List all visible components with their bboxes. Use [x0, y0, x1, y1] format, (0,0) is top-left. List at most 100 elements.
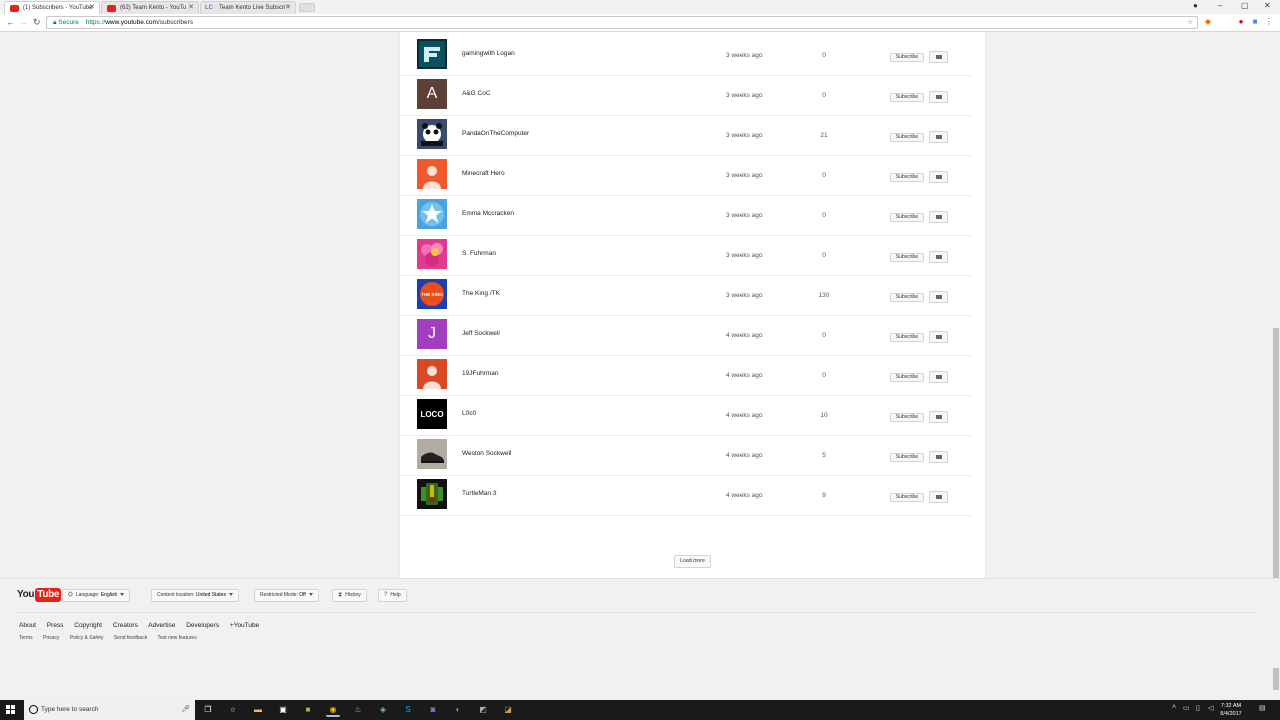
avatar[interactable] — [417, 479, 447, 509]
subscribe-button[interactable]: Subscribe — [890, 453, 924, 462]
avatar[interactable]: THE KING — [417, 279, 447, 309]
edge-icon[interactable]: e — [226, 703, 240, 717]
message-button[interactable] — [929, 131, 948, 143]
close-icon[interactable]: ✕ — [188, 2, 194, 14]
volume-icon[interactable]: ◁ — [1208, 704, 1213, 712]
message-button[interactable] — [929, 291, 948, 303]
chevron-up-icon[interactable]: ˄ — [1172, 704, 1176, 711]
subscribe-button[interactable]: Subscribe — [890, 173, 924, 182]
app-icon[interactable]: ◪ — [501, 703, 515, 717]
notification-icon[interactable]: ▤ — [1259, 704, 1266, 712]
footer-link-advertise[interactable]: Advertise — [148, 622, 175, 629]
subscribe-button[interactable]: Subscribe — [890, 213, 924, 222]
file-explorer-icon[interactable]: ▬ — [251, 703, 265, 717]
footer-link-developers[interactable]: Developers — [186, 622, 219, 629]
close-icon[interactable]: ✕ — [89, 2, 95, 14]
subscriber-name[interactable]: S. Fuhrman — [462, 250, 496, 257]
footer-link-plus-youtube[interactable]: +YouTube — [230, 622, 259, 629]
footer-link-privacy[interactable]: Privacy — [43, 635, 59, 641]
subscribe-button[interactable]: Subscribe — [890, 133, 924, 142]
footer-link-copyright[interactable]: Copyright — [74, 622, 102, 629]
menu-icon[interactable]: ⋮ — [1264, 17, 1274, 27]
subscribe-button[interactable]: Subscribe — [890, 333, 924, 342]
task-view-icon[interactable]: ❐ — [201, 703, 215, 717]
message-button[interactable] — [929, 491, 948, 503]
subscriber-name[interactable]: Jeff Sockwell — [462, 330, 500, 337]
close-icon[interactable]: ✕ — [285, 2, 291, 14]
avatar[interactable]: LOCO — [417, 399, 447, 429]
message-button[interactable] — [929, 371, 948, 383]
extension-icon[interactable]: ● — [1236, 17, 1246, 27]
avatar[interactable] — [417, 39, 447, 69]
footer-link-press[interactable]: Press — [47, 622, 64, 629]
system-clock[interactable]: 7:32 AM 8/4/2017 — [1216, 702, 1246, 718]
subscribe-button[interactable]: Subscribe — [890, 53, 924, 62]
browser-tab-team-kento[interactable]: (62) Team Kento - YouTu ✕ — [101, 1, 199, 14]
message-button[interactable] — [929, 91, 948, 103]
chrome-icon[interactable]: ◉ — [326, 703, 340, 717]
help-button[interactable]: ? Help — [378, 589, 407, 602]
message-button[interactable] — [929, 51, 948, 63]
discord-icon[interactable]: ◙ — [426, 703, 440, 717]
subscribe-button[interactable]: Subscribe — [890, 373, 924, 382]
battery-icon[interactable]: ▯ — [1196, 704, 1200, 712]
subscribe-button[interactable]: Subscribe — [890, 93, 924, 102]
back-icon[interactable]: ← — [6, 17, 15, 27]
footer-link-send-feedback[interactable]: Send feedback — [114, 635, 147, 641]
subscribe-button[interactable]: Subscribe — [890, 253, 924, 262]
footer-link-about[interactable]: About — [19, 622, 36, 629]
minecraft-icon[interactable]: ■ — [301, 703, 315, 717]
razer-icon[interactable]: ◐ — [451, 703, 465, 717]
subscribe-button[interactable]: Subscribe — [890, 293, 924, 302]
extension-icon[interactable]: ◆ — [1203, 17, 1213, 27]
bookmark-star-icon[interactable]: ☆ — [1187, 17, 1193, 29]
extension-icon[interactable]: ■ — [1250, 17, 1260, 27]
message-button[interactable] — [929, 211, 948, 223]
steam-icon[interactable]: ♨ — [351, 703, 365, 717]
subscribe-button[interactable]: Subscribe — [890, 413, 924, 422]
subscriber-name[interactable]: Weston Sockwell — [462, 450, 511, 457]
message-button[interactable] — [929, 171, 948, 183]
avatar[interactable] — [417, 119, 447, 149]
subscriber-name[interactable]: A&G CoC — [462, 90, 491, 97]
browser-tab-subscribers[interactable]: (1) Subscribers - YouTube ✕ — [4, 1, 100, 14]
subscriber-name[interactable]: PandaOnTheComputer — [462, 130, 529, 137]
avatar[interactable] — [417, 239, 447, 269]
profile-icon[interactable]: ● — [1193, 1, 1198, 10]
message-button[interactable] — [929, 411, 948, 423]
avatar[interactable] — [417, 159, 447, 189]
subscriber-name[interactable]: 19JFuhrman — [462, 370, 499, 377]
taskbar-search[interactable]: Type here to search 🎤︎ — [24, 700, 195, 720]
subscriber-name[interactable]: gamingwith Logan — [462, 50, 515, 57]
avatar[interactable] — [417, 199, 447, 229]
language-button[interactable]: ⛭ Language: English — [62, 589, 131, 602]
network-icon[interactable]: ▭ — [1183, 704, 1190, 712]
avatar[interactable]: J — [417, 319, 447, 349]
skype-icon[interactable]: S — [401, 703, 415, 717]
message-button[interactable] — [929, 451, 948, 463]
restricted-mode-button[interactable]: Restricted Mode: Off — [254, 589, 319, 602]
app-icon[interactable]: ◈ — [376, 703, 390, 717]
footer-link-terms[interactable]: Terms — [19, 635, 33, 641]
youtube-logo[interactable]: You Tube — [17, 588, 62, 602]
window-close-icon[interactable]: ✕ — [1264, 1, 1271, 10]
message-button[interactable] — [929, 251, 948, 263]
windows-start-icon[interactable] — [6, 705, 16, 715]
footer-link-creators[interactable]: Creators — [113, 622, 138, 629]
subscriber-name[interactable]: Emma Mccracken — [462, 210, 514, 217]
maximize-icon[interactable]: ▢ — [1241, 1, 1249, 10]
forward-icon[interactable]: → — [19, 17, 28, 27]
minimize-icon[interactable]: – — [1218, 1, 1222, 10]
address-bar[interactable]: 🔒︎ Secure https://www.youtube.com/subscr… — [46, 16, 1198, 29]
new-tab-button[interactable] — [299, 3, 315, 12]
footer-link-policy-safety[interactable]: Policy & Safety — [70, 635, 104, 641]
message-button[interactable] — [929, 331, 948, 343]
footer-link-test-features[interactable]: Test new features — [158, 635, 197, 641]
subscriber-name[interactable]: Minecraft Hero — [462, 170, 505, 177]
content-location-button[interactable]: Content location: United States — [151, 589, 239, 602]
subscribe-button[interactable]: Subscribe — [890, 493, 924, 502]
avatar[interactable] — [417, 359, 447, 389]
browser-tab-live-subscribers[interactable]: LC Team Kento Live Subscri ✕ — [200, 1, 296, 14]
microphone-icon[interactable]: 🎤︎ — [181, 700, 190, 720]
reload-icon[interactable]: ↻ — [33, 17, 41, 28]
